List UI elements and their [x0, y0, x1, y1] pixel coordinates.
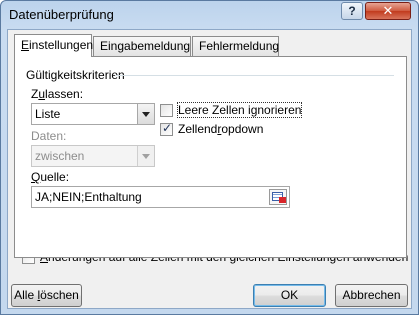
dialog-body: Einstellungen Eingabemeldung Fehlermeldu… [7, 29, 412, 309]
allow-select[interactable]: Liste [31, 103, 155, 125]
tab-error-message[interactable]: Fehlermeldung [192, 36, 279, 56]
data-validation-dialog: Datenüberprüfung ? ✕ Einstellungen Einga… [0, 0, 419, 315]
clear-all-button[interactable]: Alle löschen [11, 284, 82, 307]
checkmark-icon: ✓ [162, 121, 173, 135]
data-select[interactable]: zwischen [31, 145, 155, 167]
tab-settings[interactable]: Einstellungen [14, 34, 93, 57]
source-input-value: JA;NEIN;Enthaltung [35, 190, 142, 204]
allow-select-value: Liste [35, 107, 61, 121]
source-label: Quelle: [31, 170, 70, 184]
in-cell-dropdown-label[interactable]: Zellendropdown [178, 122, 263, 136]
ok-button[interactable]: OK [253, 284, 326, 307]
allow-label: Zulassen: [31, 87, 84, 101]
group-divider [115, 75, 394, 76]
data-label: Daten: [31, 129, 67, 143]
in-cell-dropdown-checkbox[interactable]: ✓ [160, 121, 173, 136]
source-input[interactable]: JA;NEIN;Enthaltung [31, 186, 290, 208]
cancel-button[interactable]: Abbrechen [335, 284, 408, 307]
chevron-down-icon[interactable] [137, 146, 154, 166]
close-button[interactable]: ✕ [365, 2, 411, 20]
range-select-icon[interactable] [269, 189, 287, 205]
title-bar[interactable]: Datenüberprüfung ? ✕ [1, 1, 418, 29]
settings-panel: Gültigkeitskriterien Zulassen: Liste Dat… [14, 56, 407, 258]
ignore-blank-checkbox[interactable] [160, 104, 173, 117]
help-button[interactable]: ? [341, 2, 363, 20]
chevron-down-icon[interactable] [137, 104, 154, 124]
data-select-value: zwischen [35, 149, 85, 163]
criteria-group-title: Gültigkeitskriterien [26, 68, 125, 82]
window-title: Datenüberprüfung [9, 7, 114, 22]
tab-input-message[interactable]: Eingabemeldung [93, 36, 191, 56]
ignore-blank-label[interactable]: Leere Zellen ignorieren [176, 102, 303, 118]
